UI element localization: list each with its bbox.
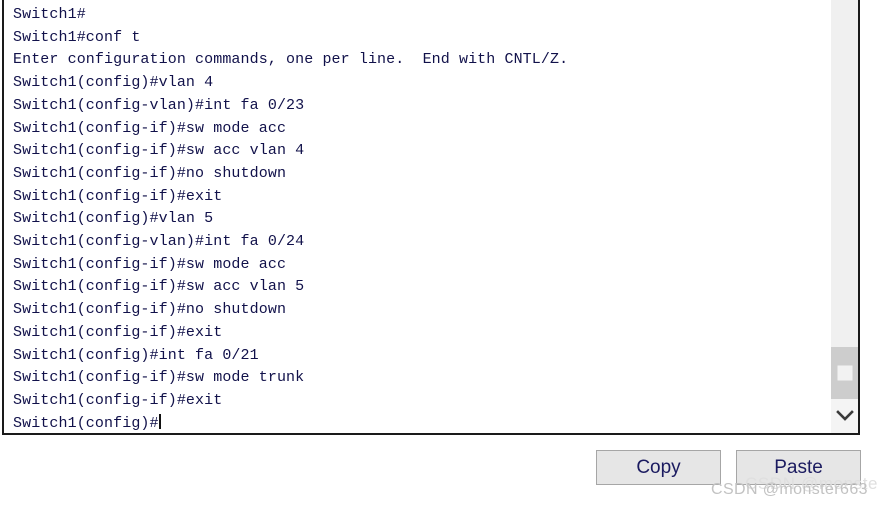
scrollbar-thumb-grip [837, 365, 852, 381]
cli-line: Switch1(config)#int fa 0/21 [13, 346, 259, 364]
cli-line: Enter configuration commands, one per li… [13, 51, 569, 69]
text-cursor [158, 413, 161, 429]
cli-console-panel: Switch1# Switch1#conf t Enter configurat… [2, 0, 860, 435]
cli-line: Switch1(config-if)#sw mode trunk [13, 369, 305, 387]
cli-line: Switch1(config)#vlan 5 [13, 210, 214, 228]
cli-line: Switch1(config-if)#sw mode acc [13, 119, 287, 137]
cli-line: Switch1#conf t [13, 28, 141, 46]
copy-button[interactable]: Copy [596, 450, 721, 485]
cli-scrollbar[interactable] [830, 0, 858, 433]
cli-line: Switch1(config-vlan)#int fa 0/23 [13, 96, 305, 114]
scrollbar-down-button[interactable] [831, 399, 858, 433]
cli-prompt-line: Switch1(config)# [13, 413, 828, 433]
cli-line: Switch1(config-if)#exit [13, 187, 223, 205]
watermark: CSDN @monster663 [711, 481, 868, 498]
cli-line: Switch1(config-if)#sw mode acc [13, 255, 287, 273]
cli-line: Switch1(config-if)#no shutdown [13, 164, 287, 182]
scrollbar-thumb[interactable] [831, 347, 858, 399]
cli-line: Switch1(config-if)#exit [13, 323, 223, 341]
chevron-down-icon [835, 410, 854, 422]
cli-line: Switch1(config-vlan)#int fa 0/24 [13, 233, 305, 251]
cli-line: Switch1# [13, 6, 86, 23]
cli-line: Switch1(config-if)#sw acc vlan 4 [13, 142, 305, 160]
cli-line: Switch1(config)#vlan 4 [13, 74, 214, 92]
cli-output-area[interactable]: Switch1# Switch1#conf t Enter configurat… [4, 0, 828, 433]
cli-line: Switch1(config-if)#sw acc vlan 5 [13, 278, 305, 296]
cli-prompt-text: Switch1(config)# [13, 414, 159, 432]
cli-line: Switch1(config-if)#exit [13, 391, 223, 409]
cli-line: Switch1(config-if)#no shutdown [13, 301, 287, 319]
